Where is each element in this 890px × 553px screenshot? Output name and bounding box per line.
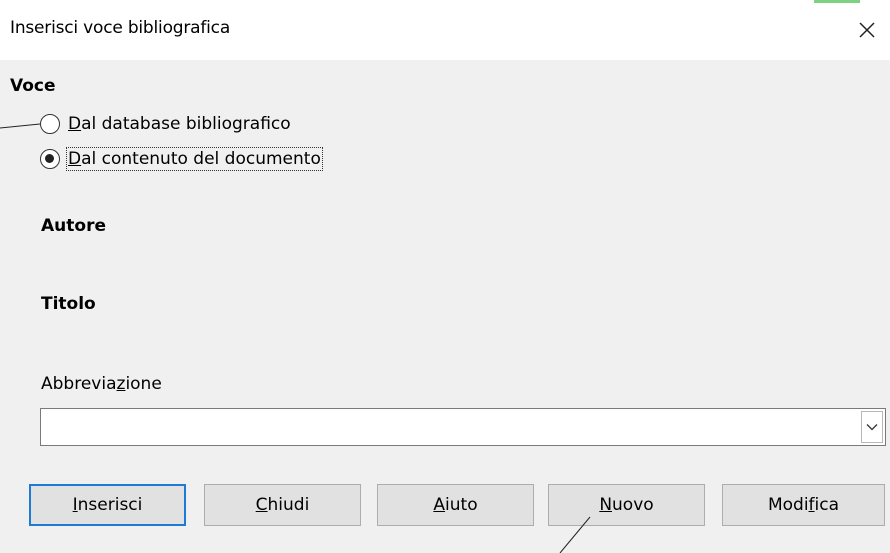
close-button[interactable] [844,0,890,60]
edit-button[interactable]: Modi f ica [722,484,885,526]
callout-lines [0,123,591,553]
new-button[interactable]: Nuovo [548,484,705,526]
short-name-label: Abbreviazione [41,374,162,394]
short-name-dropdown-button[interactable] [861,411,883,443]
insert-button[interactable]: Inserisci [29,484,186,526]
author-label: Autore [41,216,106,236]
close-dialog-button[interactable]: Chiudi [204,484,361,526]
entry-section-label: Voce [10,76,56,96]
radio-from-database-label: Dal database bibliografico [68,114,291,134]
title-label: Titolo [41,294,96,314]
dialog-title: Inserisci voce bibliografica [10,18,231,38]
chevron-down-icon [866,424,878,431]
callout-line-database [0,123,41,129]
radio-from-database-circle[interactable] [40,114,60,134]
radio-from-document[interactable]: Dal contenuto del documento [40,147,323,171]
close-icon [859,22,875,38]
help-button[interactable]: Aiuto [377,484,534,526]
radio-from-database[interactable]: Dal database bibliografico [40,114,291,134]
title-bar: Inserisci voce bibliografica [0,0,890,60]
radio-from-document-circle[interactable] [40,149,60,169]
short-name-combobox[interactable] [40,408,886,446]
radio-from-document-label: Dal contenuto del documento [66,147,323,171]
